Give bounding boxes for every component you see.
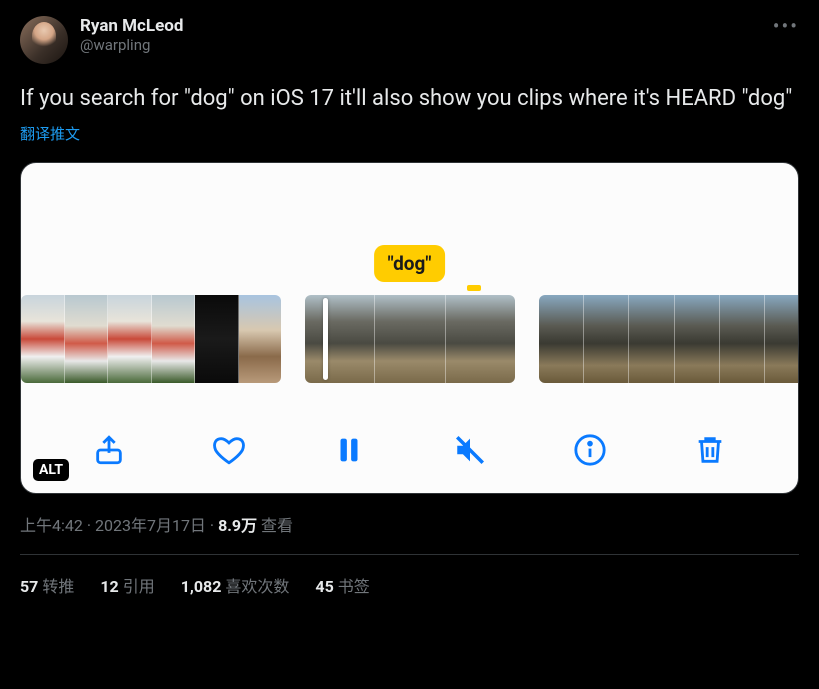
retweets-stat[interactable]: 57转推 xyxy=(20,573,74,597)
clip-group-active[interactable] xyxy=(305,295,515,383)
trash-icon[interactable] xyxy=(693,433,727,467)
user-info: Ryan McLeod @warpling xyxy=(80,16,799,54)
more-options-icon[interactable]: ••• xyxy=(773,14,799,38)
info-icon[interactable] xyxy=(573,433,607,467)
tweet-meta: 上午4:42 · 2023年7月17日 · 8.9万 查看 xyxy=(20,512,799,536)
clip-frame xyxy=(765,295,798,383)
label-tick xyxy=(467,285,481,291)
display-name[interactable]: Ryan McLeod xyxy=(80,16,799,36)
user-handle[interactable]: @warpling xyxy=(80,36,799,54)
tweet-container: Ryan McLeod @warpling ••• If you search … xyxy=(0,0,819,597)
search-term-label: "dog" xyxy=(374,245,446,282)
tweet-stats: 57转推 12引用 1,082喜欢次数 45书签 xyxy=(20,573,799,597)
clip-group[interactable] xyxy=(21,295,281,383)
clip-frame xyxy=(65,295,109,383)
clip-frame xyxy=(629,295,674,383)
share-icon[interactable] xyxy=(92,433,126,467)
clip-frame xyxy=(675,295,720,383)
quotes-stat[interactable]: 12引用 xyxy=(100,573,154,597)
heart-icon[interactable] xyxy=(212,433,246,467)
clip-frame xyxy=(305,295,375,383)
media-attachment[interactable]: "dog" xyxy=(20,162,799,494)
translate-link[interactable]: 翻译推文 xyxy=(20,123,80,144)
tweet-date[interactable]: 2023年7月17日 xyxy=(95,516,206,535)
alt-badge[interactable]: ALT xyxy=(33,459,69,481)
video-clip-timeline xyxy=(21,295,798,383)
playhead-indicator[interactable] xyxy=(323,298,328,380)
clip-frame xyxy=(720,295,765,383)
bookmarks-stat[interactable]: 45书签 xyxy=(315,573,369,597)
clip-frame xyxy=(446,295,515,383)
avatar[interactable] xyxy=(20,16,68,64)
mute-icon[interactable] xyxy=(453,433,487,467)
clip-frame xyxy=(108,295,152,383)
tweet-text: If you search for "dog" on iOS 17 it'll … xyxy=(20,82,799,115)
tweet-header: Ryan McLeod @warpling ••• xyxy=(20,16,799,64)
clip-frame xyxy=(584,295,629,383)
clip-frame xyxy=(375,295,445,383)
views-label: 查看 xyxy=(257,516,293,535)
clip-frame xyxy=(195,295,239,383)
tweet-time[interactable]: 上午4:42 xyxy=(20,516,83,535)
clip-frame xyxy=(539,295,584,383)
likes-stat[interactable]: 1,082喜欢次数 xyxy=(181,573,290,597)
media-toolbar xyxy=(21,407,798,493)
clip-group[interactable] xyxy=(539,295,798,383)
pause-icon[interactable] xyxy=(332,433,366,467)
clip-frame xyxy=(239,295,282,383)
divider xyxy=(20,554,799,555)
clip-frame xyxy=(152,295,196,383)
views-count: 8.9万 xyxy=(218,516,257,535)
clip-frame xyxy=(21,295,65,383)
